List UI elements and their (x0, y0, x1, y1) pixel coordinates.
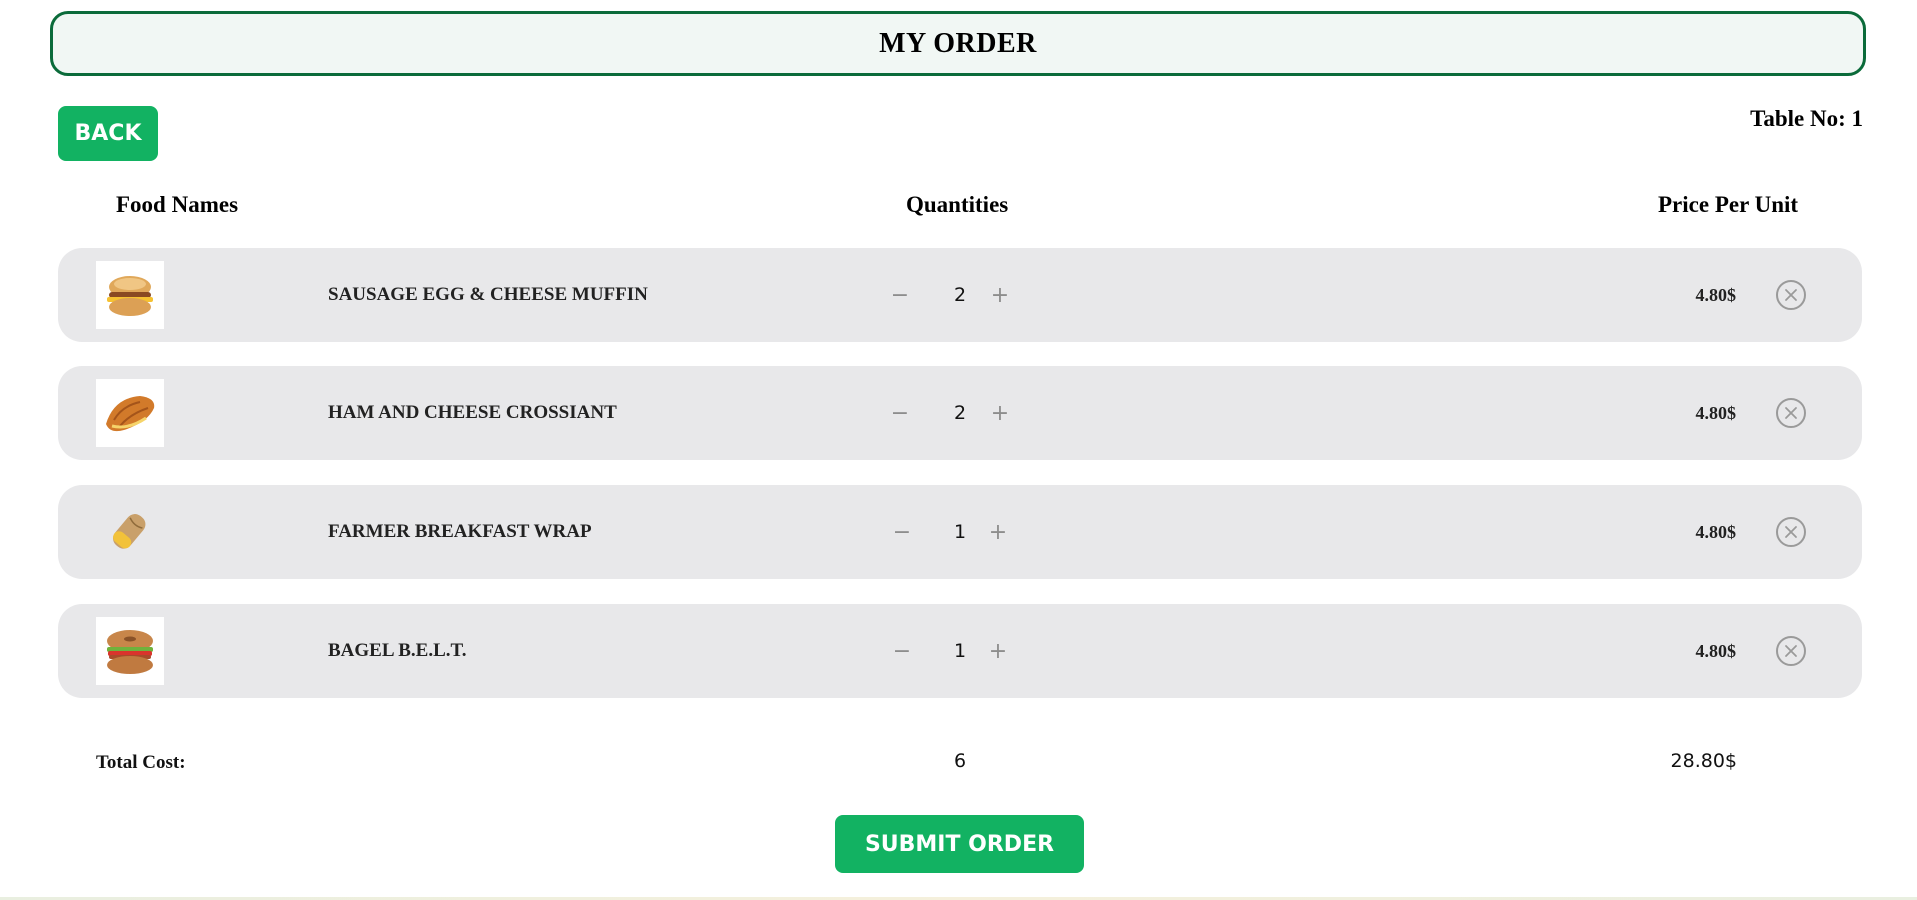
close-icon (1785, 645, 1797, 657)
bagel-icon (96, 617, 164, 685)
croissant-icon (96, 379, 164, 447)
quantity-value: 2 (953, 402, 967, 424)
column-header-quantities: Quantities (906, 192, 1009, 217)
unit-price: 4.80$ (1695, 402, 1737, 423)
unit-price: 4.80$ (1695, 284, 1737, 305)
remove-item-button[interactable] (1776, 636, 1806, 666)
wrap-icon (96, 498, 164, 566)
submit-order-button[interactable]: SUBMIT ORDER (835, 815, 1084, 873)
order-page: MY ORDER BACK Table No: 1 Food Names Qua… (0, 0, 1917, 900)
order-item-row: SAUSAGE EGG & CHEESE MUFFIN − 2 + 4.80$ (58, 248, 1862, 342)
unit-price: 4.80$ (1695, 640, 1737, 661)
food-name: HAM AND CHEESE CROSSIANT (328, 402, 617, 423)
increase-quantity-button[interactable]: + (986, 604, 1010, 698)
back-button[interactable]: BACK (58, 106, 158, 161)
close-icon (1785, 407, 1797, 419)
total-price: 28.80$ (1670, 750, 1737, 772)
table-number: Table No: 1 (1750, 106, 1863, 131)
quantity-value: 2 (953, 284, 967, 306)
total-quantity: 6 (953, 750, 967, 772)
decrease-quantity-button[interactable]: − (890, 604, 914, 698)
page-header: MY ORDER (50, 11, 1866, 76)
food-name: FARMER BREAKFAST WRAP (328, 521, 592, 542)
muffin-sandwich-icon (96, 261, 164, 329)
page-title: MY ORDER (879, 27, 1037, 59)
quantity-value: 1 (953, 640, 967, 662)
close-icon (1785, 289, 1797, 301)
remove-item-button[interactable] (1776, 517, 1806, 547)
column-header-food-names: Food Names (116, 192, 239, 217)
quantity-value: 1 (953, 521, 967, 543)
total-cost-label: Total Cost: (96, 752, 186, 773)
increase-quantity-button[interactable]: + (986, 485, 1010, 579)
increase-quantity-button[interactable]: + (988, 248, 1012, 342)
unit-price: 4.80$ (1695, 521, 1737, 542)
decrease-quantity-button[interactable]: − (888, 366, 912, 460)
remove-item-button[interactable] (1776, 280, 1806, 310)
food-name: SAUSAGE EGG & CHEESE MUFFIN (328, 284, 648, 305)
decrease-quantity-button[interactable]: − (890, 485, 914, 579)
order-item-row: HAM AND CHEESE CROSSIANT − 2 + 4.80$ (58, 366, 1862, 460)
food-name: BAGEL B.E.L.T. (328, 640, 467, 661)
column-header-price-per-unit: Price Per Unit (1658, 192, 1799, 217)
decrease-quantity-button[interactable]: − (888, 248, 912, 342)
increase-quantity-button[interactable]: + (988, 366, 1012, 460)
close-icon (1785, 526, 1797, 538)
order-item-row: BAGEL B.E.L.T. − 1 + 4.80$ (58, 604, 1862, 698)
remove-item-button[interactable] (1776, 398, 1806, 428)
order-item-row: FARMER BREAKFAST WRAP − 1 + 4.80$ (58, 485, 1862, 579)
